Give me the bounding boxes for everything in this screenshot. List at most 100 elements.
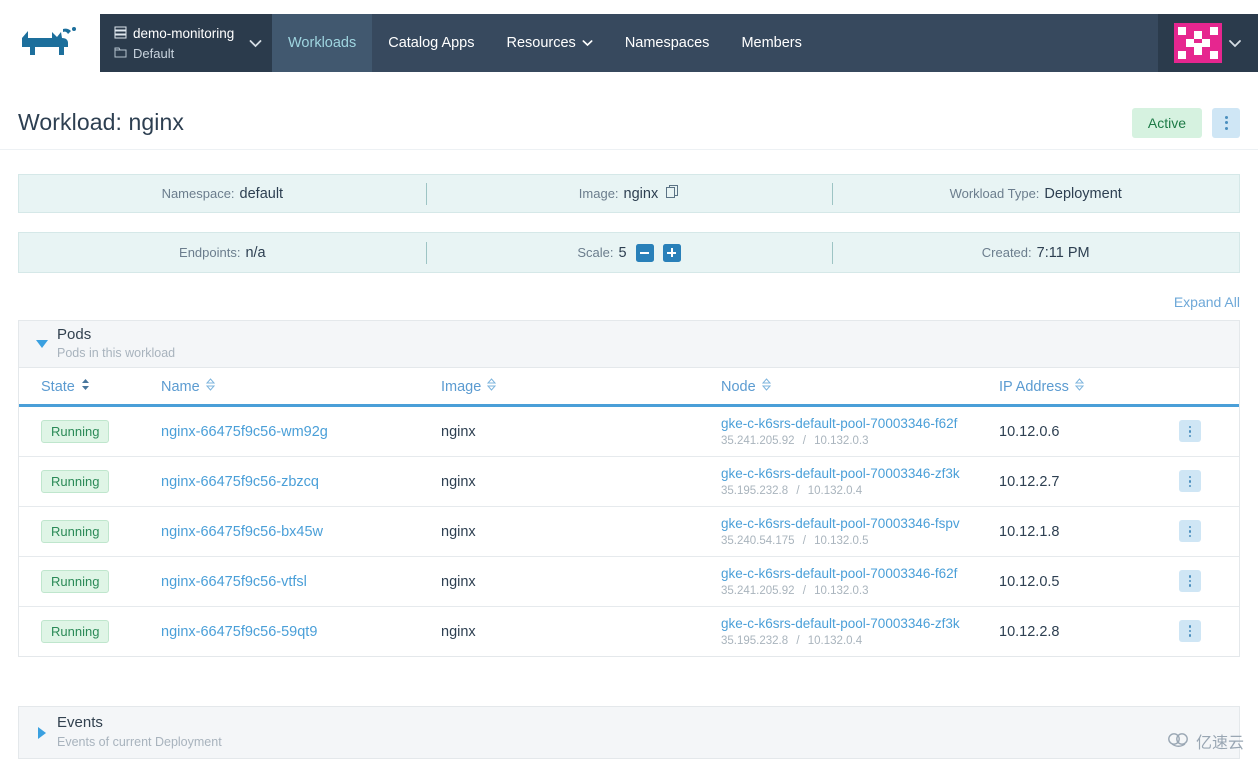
node-ip-addresses: 35.241.205.92 / 10.132.0.3	[721, 435, 999, 447]
cell-state: Running	[19, 556, 161, 607]
pods-table-body: Running nginx-66475f9c56-wm92g nginx gke…	[19, 405, 1239, 656]
chevron-down-icon[interactable]	[249, 35, 262, 51]
row-actions-button[interactable]	[1179, 570, 1201, 593]
ip-separator: /	[802, 534, 806, 547]
user-menu[interactable]	[1158, 14, 1258, 72]
table-header-row: State Name Image Node IP Address	[19, 368, 1239, 407]
info-endpoints: Endpoints: n/a	[19, 233, 426, 272]
nav-item-workloads[interactable]: Workloads	[272, 14, 373, 72]
pod-ip: 10.12.0.6	[999, 423, 1060, 440]
cell-actions	[1179, 405, 1239, 457]
copy-icon[interactable]	[666, 185, 679, 202]
expand-all-link[interactable]: Expand All	[1174, 294, 1240, 310]
nav-item-resources[interactable]: Resources	[491, 14, 609, 72]
node-link[interactable]: gke-c-k6srs-default-pool-70003346-f62f	[721, 416, 999, 432]
cell-ip-address: 10.12.1.8	[999, 506, 1179, 557]
row-actions-button[interactable]	[1179, 470, 1201, 493]
node-internal-ip: 10.132.0.3	[814, 434, 869, 447]
nav-item-members[interactable]: Members	[725, 14, 817, 72]
sort-updown-icon[interactable]	[81, 378, 90, 395]
node-link[interactable]: gke-c-k6srs-default-pool-70003346-fspv	[721, 516, 999, 532]
cell-actions	[1179, 456, 1239, 507]
folder-icon	[114, 46, 127, 60]
row-actions-button[interactable]	[1179, 620, 1201, 643]
nav-item-label: Catalog Apps	[388, 35, 475, 51]
section-title: Pods	[57, 325, 92, 343]
node-external-ip: 35.240.54.175	[721, 534, 795, 547]
pod-name-link[interactable]: nginx-66475f9c56-wm92g	[161, 424, 328, 440]
column-header-node[interactable]: Node	[721, 368, 999, 407]
row-actions-button[interactable]	[1179, 520, 1201, 543]
cell-image: nginx	[441, 506, 721, 557]
cell-name: nginx-66475f9c56-vtfsl	[161, 556, 441, 607]
cell-node: gke-c-k6srs-default-pool-70003346-zf3k 3…	[721, 606, 999, 655]
section-title: Events	[57, 714, 103, 732]
cell-node: gke-c-k6srs-default-pool-70003346-fspv 3…	[721, 506, 999, 557]
ip-separator: /	[802, 584, 806, 597]
pods-section-header[interactable]: Pods Pods in this workload	[18, 320, 1240, 368]
column-header-name[interactable]: Name	[161, 368, 441, 407]
nav-item-namespaces[interactable]: Namespaces	[609, 14, 726, 72]
table-row[interactable]: Running nginx-66475f9c56-zbzcq nginx gke…	[19, 456, 1239, 507]
scale-increment-button[interactable]	[662, 243, 681, 262]
pod-ip: 10.12.1.8	[999, 523, 1060, 540]
triangle-right-icon[interactable]	[33, 726, 51, 739]
user-avatar-identicon-icon[interactable]	[1174, 23, 1222, 63]
column-label: State	[41, 378, 75, 395]
pod-name-link[interactable]: nginx-66475f9c56-bx45w	[161, 524, 323, 540]
sort-updown-icon[interactable]	[1074, 378, 1084, 395]
rancher-cow-logo-icon	[22, 27, 76, 55]
cell-node: gke-c-k6srs-default-pool-70003346-zf3k 3…	[721, 456, 999, 507]
sort-updown-icon[interactable]	[205, 378, 215, 395]
column-label: IP Address	[999, 378, 1069, 395]
pod-name-link[interactable]: nginx-66475f9c56-zbzcq	[161, 474, 319, 490]
cluster-project-selector[interactable]: demo-monitoring Default	[100, 14, 272, 72]
cell-ip-address: 10.12.0.5	[999, 556, 1179, 607]
cell-ip-address: 10.12.2.7	[999, 456, 1179, 507]
scale-value: 5	[618, 244, 627, 261]
pod-name-link[interactable]: nginx-66475f9c56-vtfsl	[161, 574, 307, 590]
table-row[interactable]: Running nginx-66475f9c56-59qt9 nginx gke…	[19, 606, 1239, 655]
pod-ip: 10.12.0.5	[999, 573, 1060, 590]
main-navigation: Workloads Catalog Apps Resources Namespa…	[272, 14, 1158, 72]
sort-updown-icon[interactable]	[487, 378, 497, 395]
scale-decrement-button[interactable]	[635, 243, 654, 262]
column-label: Image	[441, 378, 482, 395]
pod-name-link[interactable]: nginx-66475f9c56-59qt9	[161, 624, 317, 640]
page-actions-button[interactable]	[1212, 107, 1240, 138]
status-badge: Running	[41, 469, 110, 493]
node-external-ip: 35.241.205.92	[721, 434, 795, 447]
cell-node: gke-c-k6srs-default-pool-70003346-f62f 3…	[721, 405, 999, 457]
status-badge: Running	[41, 419, 110, 443]
table-row[interactable]: Running nginx-66475f9c56-bx45w nginx gke…	[19, 506, 1239, 557]
cell-actions	[1179, 556, 1239, 607]
column-header-image[interactable]: Image	[441, 368, 721, 407]
page-title: Workload: nginx	[18, 109, 184, 135]
column-label: Node	[721, 378, 756, 395]
cell-state: Running	[19, 606, 161, 655]
section-subtitle: Events of current Deployment	[57, 734, 222, 749]
cluster-name: demo-monitoring	[133, 25, 235, 41]
node-link[interactable]: gke-c-k6srs-default-pool-70003346-f62f	[721, 566, 999, 582]
node-external-ip: 35.241.205.92	[721, 584, 795, 597]
chevron-down-icon	[582, 35, 593, 51]
info-scale: Scale: 5	[426, 233, 833, 272]
row-actions-button[interactable]	[1179, 420, 1201, 443]
app-logo[interactable]	[0, 14, 100, 72]
nav-item-catalog-apps[interactable]: Catalog Apps	[372, 14, 490, 72]
info-namespace: Namespace: default	[19, 175, 426, 212]
events-section-header[interactable]: Events Events of current Deployment	[18, 706, 1240, 759]
pods-table-head: State Name Image Node IP Address	[19, 368, 1239, 407]
chevron-down-icon[interactable]	[1228, 35, 1242, 51]
triangle-down-icon[interactable]	[33, 340, 51, 348]
cell-name: nginx-66475f9c56-wm92g	[161, 405, 441, 457]
kebab-menu-icon	[1188, 425, 1192, 438]
table-row[interactable]: Running nginx-66475f9c56-wm92g nginx gke…	[19, 405, 1239, 457]
node-link[interactable]: gke-c-k6srs-default-pool-70003346-zf3k	[721, 616, 999, 632]
column-header-ip-address[interactable]: IP Address	[999, 368, 1179, 407]
node-link[interactable]: gke-c-k6srs-default-pool-70003346-zf3k	[721, 466, 999, 482]
sort-updown-icon[interactable]	[761, 378, 771, 395]
column-header-state[interactable]: State	[19, 368, 161, 407]
table-row[interactable]: Running nginx-66475f9c56-vtfsl nginx gke…	[19, 556, 1239, 607]
info-created: Created: 7:11 PM	[832, 233, 1239, 272]
